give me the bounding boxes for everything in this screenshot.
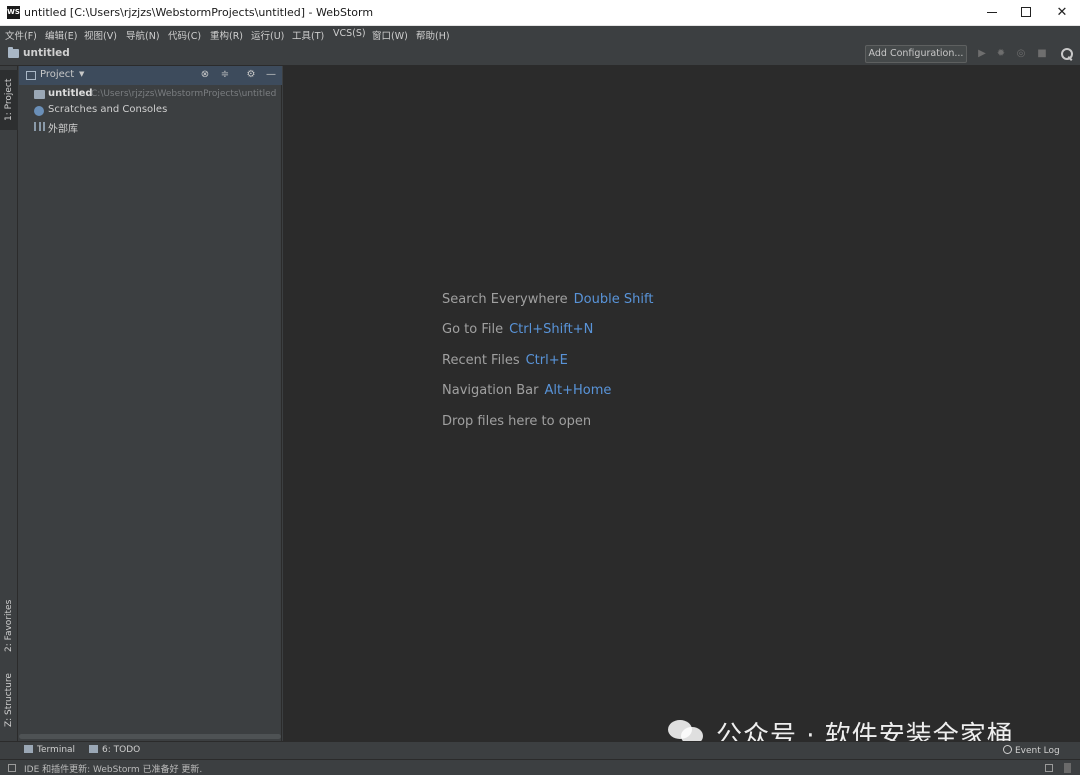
- folder-icon: [8, 47, 19, 58]
- collapse-all-icon[interactable]: ≑: [218, 68, 232, 82]
- hint-text: Navigation Bar: [442, 383, 539, 399]
- tree-item[interactable]: Scratches and Consoles: [19, 103, 282, 119]
- coverage-icon[interactable]: ◎: [1014, 47, 1028, 61]
- search-icon[interactable]: [1060, 47, 1074, 61]
- menu-code[interactable]: 代码(C): [168, 28, 201, 42]
- event-log-icon: [1003, 745, 1012, 754]
- hint-navigation-bar: Navigation Bar Alt+Home: [442, 383, 653, 413]
- hint-shortcut: Alt+Home: [544, 383, 612, 399]
- tree-item-path: C:\Users\rjzjzs\WebstormProjects\untitle…: [91, 89, 277, 99]
- menu-run[interactable]: 运行(U): [251, 28, 284, 42]
- menu-window[interactable]: 窗口(W): [372, 28, 408, 42]
- tool-tab-todo[interactable]: 6: TODO: [89, 745, 140, 755]
- window-title-bar: WS untitled [C:\Users\rjzjzs\WebstormPro…: [0, 0, 1080, 26]
- project-view-selector[interactable]: Project: [40, 69, 74, 80]
- maximize-icon: [1021, 6, 1031, 17]
- tab-label: 6: TODO: [102, 745, 141, 755]
- tree-item-label: Scratches and Consoles: [48, 104, 168, 115]
- library-icon: [34, 122, 45, 131]
- project-view-icon: [26, 71, 36, 80]
- hide-panel-icon[interactable]: —: [264, 68, 278, 82]
- horizontal-scrollbar[interactable]: [19, 734, 281, 739]
- lock-icon[interactable]: [1045, 764, 1053, 772]
- add-configuration-button[interactable]: Add Configuration...: [865, 45, 967, 63]
- minimize-button[interactable]: [974, 0, 1010, 26]
- hint-shortcut: Ctrl+Shift+N: [509, 322, 594, 338]
- tree-item-label: 外部库: [48, 124, 78, 135]
- hint-go-to-file: Go to File Ctrl+Shift+N: [442, 322, 653, 352]
- minimize-icon: [987, 12, 997, 13]
- hint-text: Go to File: [442, 322, 504, 338]
- hint-shortcut: Double Shift: [573, 292, 654, 307]
- menu-file[interactable]: 文件(F): [5, 28, 37, 42]
- locate-icon[interactable]: ⊗: [198, 68, 212, 82]
- folder-icon: [34, 90, 45, 99]
- close-button[interactable]: ✕: [1044, 0, 1080, 26]
- empty-editor-hints: Search Everywhere Double Shift Go to File…: [442, 292, 653, 444]
- project-panel: Project ▼ ⊗ ≑ ⚙ — untitled C:\Users\rjzj…: [19, 66, 282, 741]
- hint-search-everywhere: Search Everywhere Double Shift: [442, 292, 653, 322]
- memory-indicator-icon[interactable]: [1064, 763, 1071, 773]
- terminal-icon: [24, 745, 33, 753]
- status-bar: IDE 和插件更新: WebStorm 已准备好 更新.: [0, 759, 1080, 775]
- hint-recent-files: Recent Files Ctrl+E: [442, 353, 653, 383]
- menu-navigate[interactable]: 导航(N): [126, 28, 160, 42]
- webstorm-logo-icon: WS: [7, 6, 20, 19]
- hint-text: Recent Files: [442, 352, 520, 368]
- chevron-down-icon[interactable]: ▼: [79, 70, 84, 78]
- gear-icon[interactable]: ⚙: [244, 68, 258, 82]
- tool-tab-terminal[interactable]: Terminal: [24, 745, 75, 755]
- menu-vcs[interactable]: VCS(S): [333, 28, 366, 39]
- navigation-bar: untitled Add Configuration... ▶ ✹ ◎ ■: [0, 43, 1080, 66]
- tree-item-label: untitled: [48, 88, 93, 99]
- menu-bar: 文件(F) 编辑(E) 视图(V) 导航(N) 代码(C) 重构(R) 运行(U…: [0, 26, 1080, 43]
- maximize-button[interactable]: [1008, 0, 1044, 26]
- scratches-icon: [34, 106, 44, 116]
- editor-area[interactable]: Search Everywhere Double Shift Go to File…: [283, 66, 1080, 741]
- bottom-tool-tabs: Terminal 6: TODO Event Log: [0, 741, 1080, 759]
- tree-item[interactable]: untitled C:\Users\rjzjzs\WebstormProject…: [19, 87, 282, 103]
- menu-edit[interactable]: 编辑(E): [45, 28, 77, 42]
- tree-item[interactable]: 外部库: [19, 119, 282, 135]
- menu-tools[interactable]: 工具(T): [292, 28, 324, 42]
- menu-view[interactable]: 视图(V): [84, 28, 117, 42]
- menu-help[interactable]: 帮助(H): [416, 28, 450, 42]
- breadcrumb-project[interactable]: untitled: [23, 47, 70, 59]
- close-icon: ✕: [1056, 5, 1068, 20]
- window-title: untitled [C:\Users\rjzjzs\WebstormProjec…: [24, 6, 374, 19]
- hint-drop-files: Drop files here to open: [442, 414, 653, 444]
- tool-tab-project[interactable]: 1: Project: [0, 70, 18, 130]
- run-icon[interactable]: ▶: [975, 47, 989, 61]
- status-message[interactable]: IDE 和插件更新: WebStorm 已准备好 更新.: [24, 762, 202, 775]
- left-tool-strip: 1: Project 2: Favorites Z: Structure: [0, 66, 18, 741]
- toggle-tool-windows-icon[interactable]: [8, 764, 16, 772]
- tool-tab-event-log[interactable]: Event Log: [1003, 745, 1060, 756]
- tab-label: Terminal: [37, 745, 76, 755]
- hint-shortcut: Ctrl+E: [525, 352, 568, 368]
- stop-icon[interactable]: ■: [1035, 47, 1049, 61]
- hint-text: Search Everywhere: [442, 292, 568, 307]
- tool-tab-structure[interactable]: Z: Structure: [0, 666, 18, 734]
- tab-label: Event Log: [1015, 746, 1060, 756]
- menu-refactor[interactable]: 重构(R): [210, 28, 243, 42]
- todo-icon: [89, 745, 98, 753]
- tool-tab-favorites[interactable]: 2: Favorites: [0, 594, 18, 658]
- project-tree: untitled C:\Users\rjzjzs\WebstormProject…: [19, 87, 282, 135]
- hint-text: Drop files here to open: [442, 413, 592, 429]
- debug-icon[interactable]: ✹: [994, 47, 1008, 61]
- project-panel-header: Project ▼ ⊗ ≑ ⚙ —: [19, 66, 282, 85]
